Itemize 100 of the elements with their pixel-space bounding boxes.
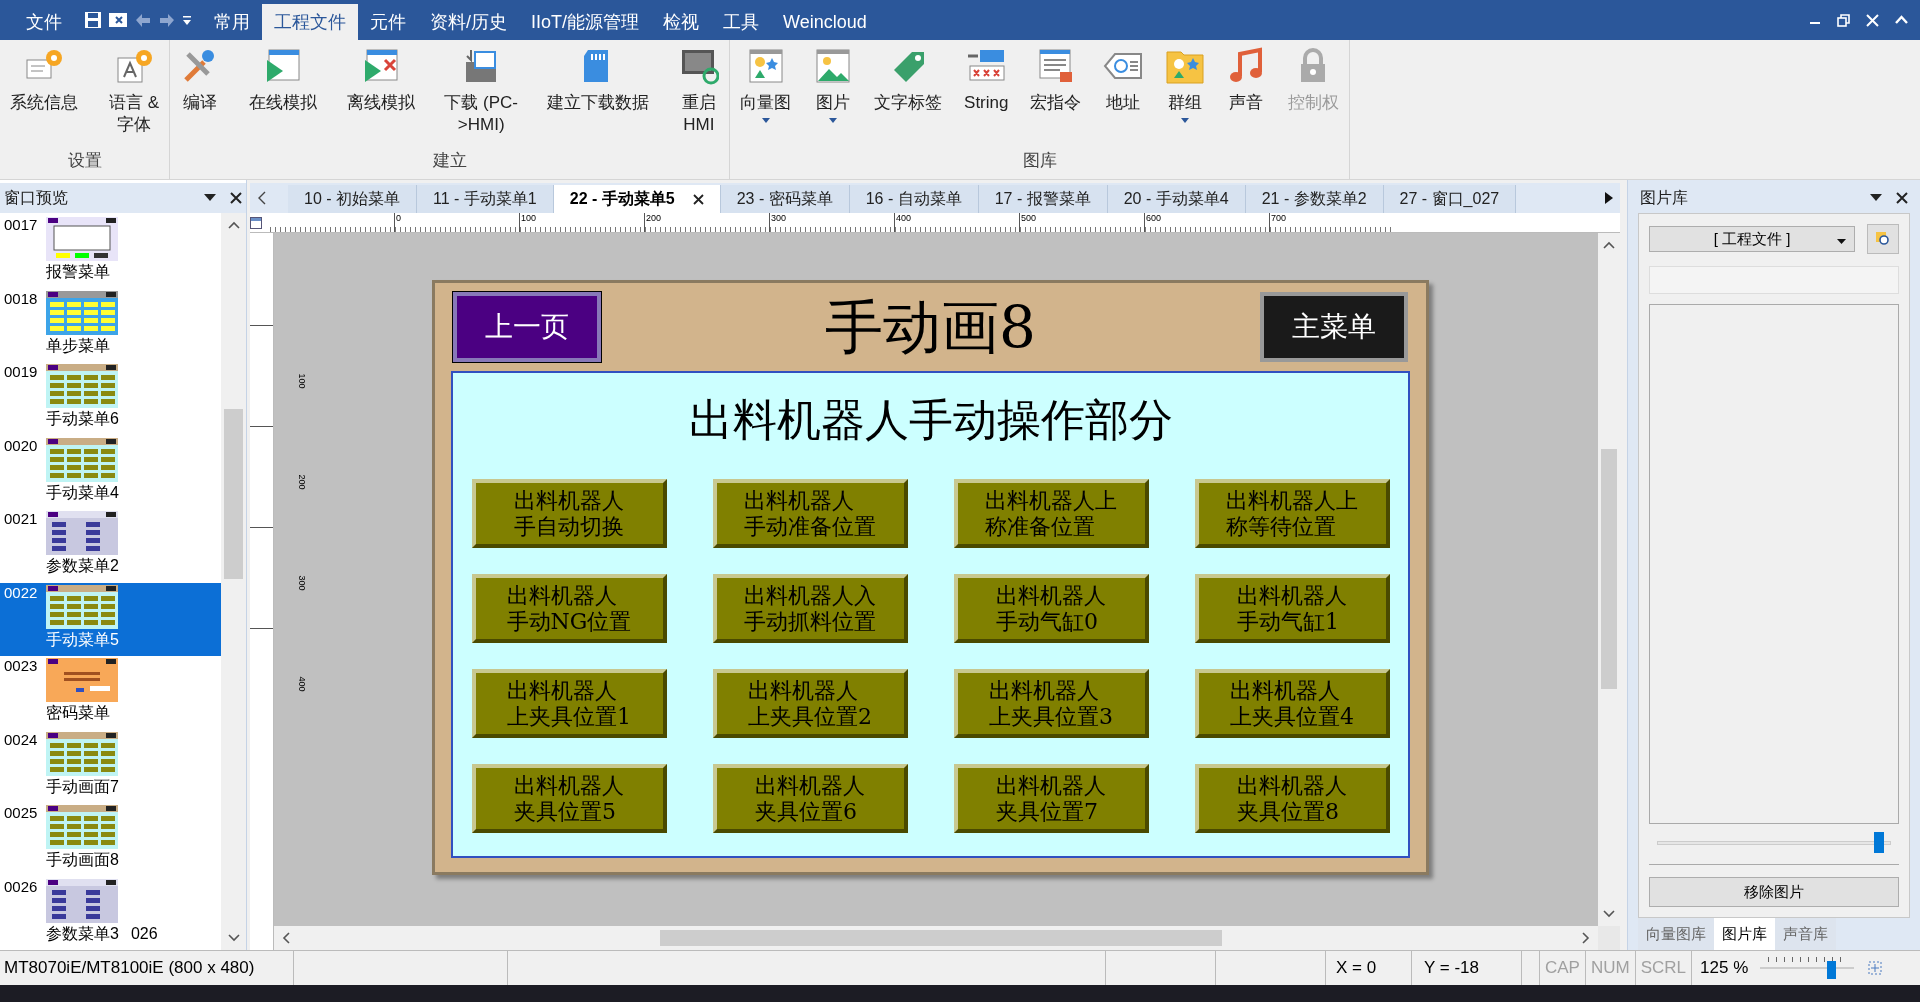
scroll-down-icon[interactable]: [227, 934, 240, 942]
editor-tab[interactable]: 20 - 手动菜单4: [1107, 185, 1246, 213]
command-key[interactable]: 出料机器人上 称等待位置: [1194, 479, 1390, 548]
ribbon-button[interactable]: 地址: [1098, 46, 1147, 148]
main-menu-button[interactable]: 主菜单: [1260, 292, 1408, 362]
size-slider[interactable]: [1657, 832, 1891, 854]
command-key[interactable]: 出料机器人 手动准备位置: [712, 479, 908, 548]
command-key[interactable]: 出料机器人 手动NG位置: [471, 574, 667, 643]
editor-tab[interactable]: 16 - 自动菜单: [849, 185, 979, 213]
restore-icon[interactable]: [1837, 13, 1850, 27]
editor-tab[interactable]: 11 - 手动菜单1: [417, 185, 554, 213]
menu-tab[interactable]: IIoT/能源管理: [519, 4, 652, 40]
editor-tab[interactable]: 21 - 参数菜单2: [1245, 185, 1384, 213]
menu-tab[interactable]: Weincloud: [771, 4, 879, 40]
menu-tab[interactable]: 常用: [202, 4, 262, 40]
window-close-icon[interactable]: [108, 11, 128, 29]
window-list-item[interactable]: 0017 报警菜单: [0, 215, 221, 289]
collapse-ribbon-icon[interactable]: [1895, 15, 1908, 25]
scroll-up-icon[interactable]: [1603, 241, 1615, 249]
command-key[interactable]: 出料机器人上 称准备位置: [953, 479, 1149, 548]
command-key[interactable]: 出料机器人 上夹具位置4: [1194, 669, 1390, 738]
scrollbar-thumb[interactable]: [660, 930, 1222, 946]
ribbon-button[interactable]: 声音: [1222, 46, 1271, 148]
horizontal-scrollbar[interactable]: [274, 926, 1598, 950]
library-dropdown[interactable]: [ 工程文件 ]: [1649, 226, 1855, 252]
editor-tab[interactable]: 17 - 报警菜单: [978, 185, 1108, 213]
ribbon-button[interactable]: 下载 (PC- >HMI): [440, 46, 523, 148]
window-list-item[interactable]: 0019 手动菜单6: [0, 362, 221, 436]
menu-tab[interactable]: 工程文件: [262, 4, 358, 40]
ruler-corner-icon[interactable]: [250, 216, 262, 229]
library-tab[interactable]: 向量图库: [1638, 918, 1714, 950]
scroll-down-icon[interactable]: [1603, 910, 1615, 918]
ribbon-button[interactable]: 重启 HMI: [674, 46, 723, 148]
window-list-item[interactable]: 0022 手动菜单5: [0, 582, 221, 656]
editor-tab[interactable]: 27 - 窗口_027: [1383, 185, 1517, 213]
ribbon-button[interactable]: 建立下载数据: [543, 46, 654, 148]
menu-tab[interactable]: 检视: [651, 4, 712, 40]
window-number: 0017: [4, 215, 39, 235]
window-list-item[interactable]: 0023 密码菜单: [0, 656, 221, 730]
editor-tab[interactable]: 10 - 初始菜单: [288, 185, 417, 213]
ribbon-button[interactable]: String: [960, 46, 1013, 148]
command-key[interactable]: 出料机器人 夹具位置8: [1194, 764, 1390, 833]
menu-tab[interactable]: 元件: [358, 4, 418, 40]
window-list-item[interactable]: 0025 手动画面8: [0, 803, 221, 877]
library-tab[interactable]: 图片库: [1714, 918, 1775, 950]
save-icon[interactable]: [84, 11, 102, 29]
command-key[interactable]: 出料机器人入 手动抓料位置: [712, 574, 908, 643]
command-key[interactable]: 出料机器人 夹具位置7: [953, 764, 1149, 833]
slider-thumb[interactable]: [1827, 961, 1837, 979]
ribbon-button[interactable]: 文字标签: [870, 46, 947, 148]
window-list-item[interactable]: 0024 手动画面7: [0, 729, 221, 803]
ribbon-button[interactable]: 离线模拟: [342, 46, 419, 148]
dropdown-icon[interactable]: [1870, 194, 1882, 202]
ribbon-button[interactable]: 系统信息: [6, 46, 82, 148]
window-list-item[interactable]: 0018 单步菜单: [0, 288, 221, 362]
close-icon[interactable]: [230, 192, 242, 204]
scrollbar-thumb[interactable]: [224, 409, 243, 579]
command-key[interactable]: 出料机器人 手动气缸0: [953, 574, 1149, 643]
ribbon-button[interactable]: 图片: [808, 46, 857, 148]
dropdown-icon[interactable]: [204, 194, 216, 202]
scroll-left-icon[interactable]: [282, 932, 290, 944]
window-label: 026: [130, 923, 158, 944]
search-button[interactable]: [1867, 224, 1899, 254]
library-tab[interactable]: 声音库: [1775, 918, 1836, 950]
ribbon-button[interactable]: 在线模拟: [245, 46, 322, 148]
prev-page-button[interactable]: 上一页: [453, 292, 601, 362]
vertical-scrollbar[interactable]: [221, 213, 246, 950]
undo-icon[interactable]: [134, 12, 152, 28]
editor-tab[interactable]: 22 - 手动菜单5: [553, 185, 721, 213]
menu-tab[interactable]: 文件: [14, 4, 74, 40]
command-key[interactable]: 出料机器人 上夹具位置3: [953, 669, 1149, 738]
remove-picture-button[interactable]: 移除图片: [1649, 877, 1899, 907]
ribbon-button[interactable]: 宏指令: [1026, 46, 1086, 148]
close-icon[interactable]: [1896, 192, 1908, 204]
command-key[interactable]: 出料机器人 上夹具位置2: [712, 669, 908, 738]
scrollbar-thumb[interactable]: [1601, 449, 1617, 689]
close-icon[interactable]: [692, 193, 704, 205]
menu-tab[interactable]: 工具: [711, 4, 772, 40]
vertical-scrollbar[interactable]: [1598, 233, 1620, 926]
command-key[interactable]: 出料机器人 手动气缸1: [1194, 574, 1390, 643]
scroll-up-icon[interactable]: [227, 221, 240, 229]
command-key[interactable]: 出料机器人 手自动切换: [471, 479, 667, 548]
window-list-item[interactable]: 0020 手动菜单4: [0, 435, 221, 509]
ribbon-button[interactable]: 语言 & 字体: [104, 46, 163, 148]
slider-thumb[interactable]: [1873, 832, 1884, 853]
redo-icon[interactable]: [158, 12, 176, 28]
tab-scroll-left-icon[interactable]: [256, 191, 268, 205]
tab-scroll-right-icon[interactable]: [1604, 191, 1614, 205]
command-key[interactable]: 出料机器人 夹具位置6: [712, 764, 908, 833]
command-key[interactable]: 出料机器人 夹具位置5: [471, 764, 667, 833]
window-list-item[interactable]: 0021 参数菜单2: [0, 509, 221, 583]
editor-tab[interactable]: 23 - 密码菜单: [720, 185, 850, 213]
command-key[interactable]: 出料机器人 上夹具位置1: [471, 669, 667, 738]
scroll-right-icon[interactable]: [1582, 932, 1590, 944]
window-list-item[interactable]: 0026 参数菜单3 026: [0, 876, 221, 950]
menu-tab[interactable]: 资料/历史: [418, 4, 519, 40]
ribbon-button[interactable]: 编译: [176, 46, 224, 148]
ribbon-button[interactable]: 向量图: [736, 46, 795, 148]
dropdown-icon[interactable]: [182, 14, 192, 26]
ribbon-button[interactable]: 群组: [1160, 46, 1209, 148]
